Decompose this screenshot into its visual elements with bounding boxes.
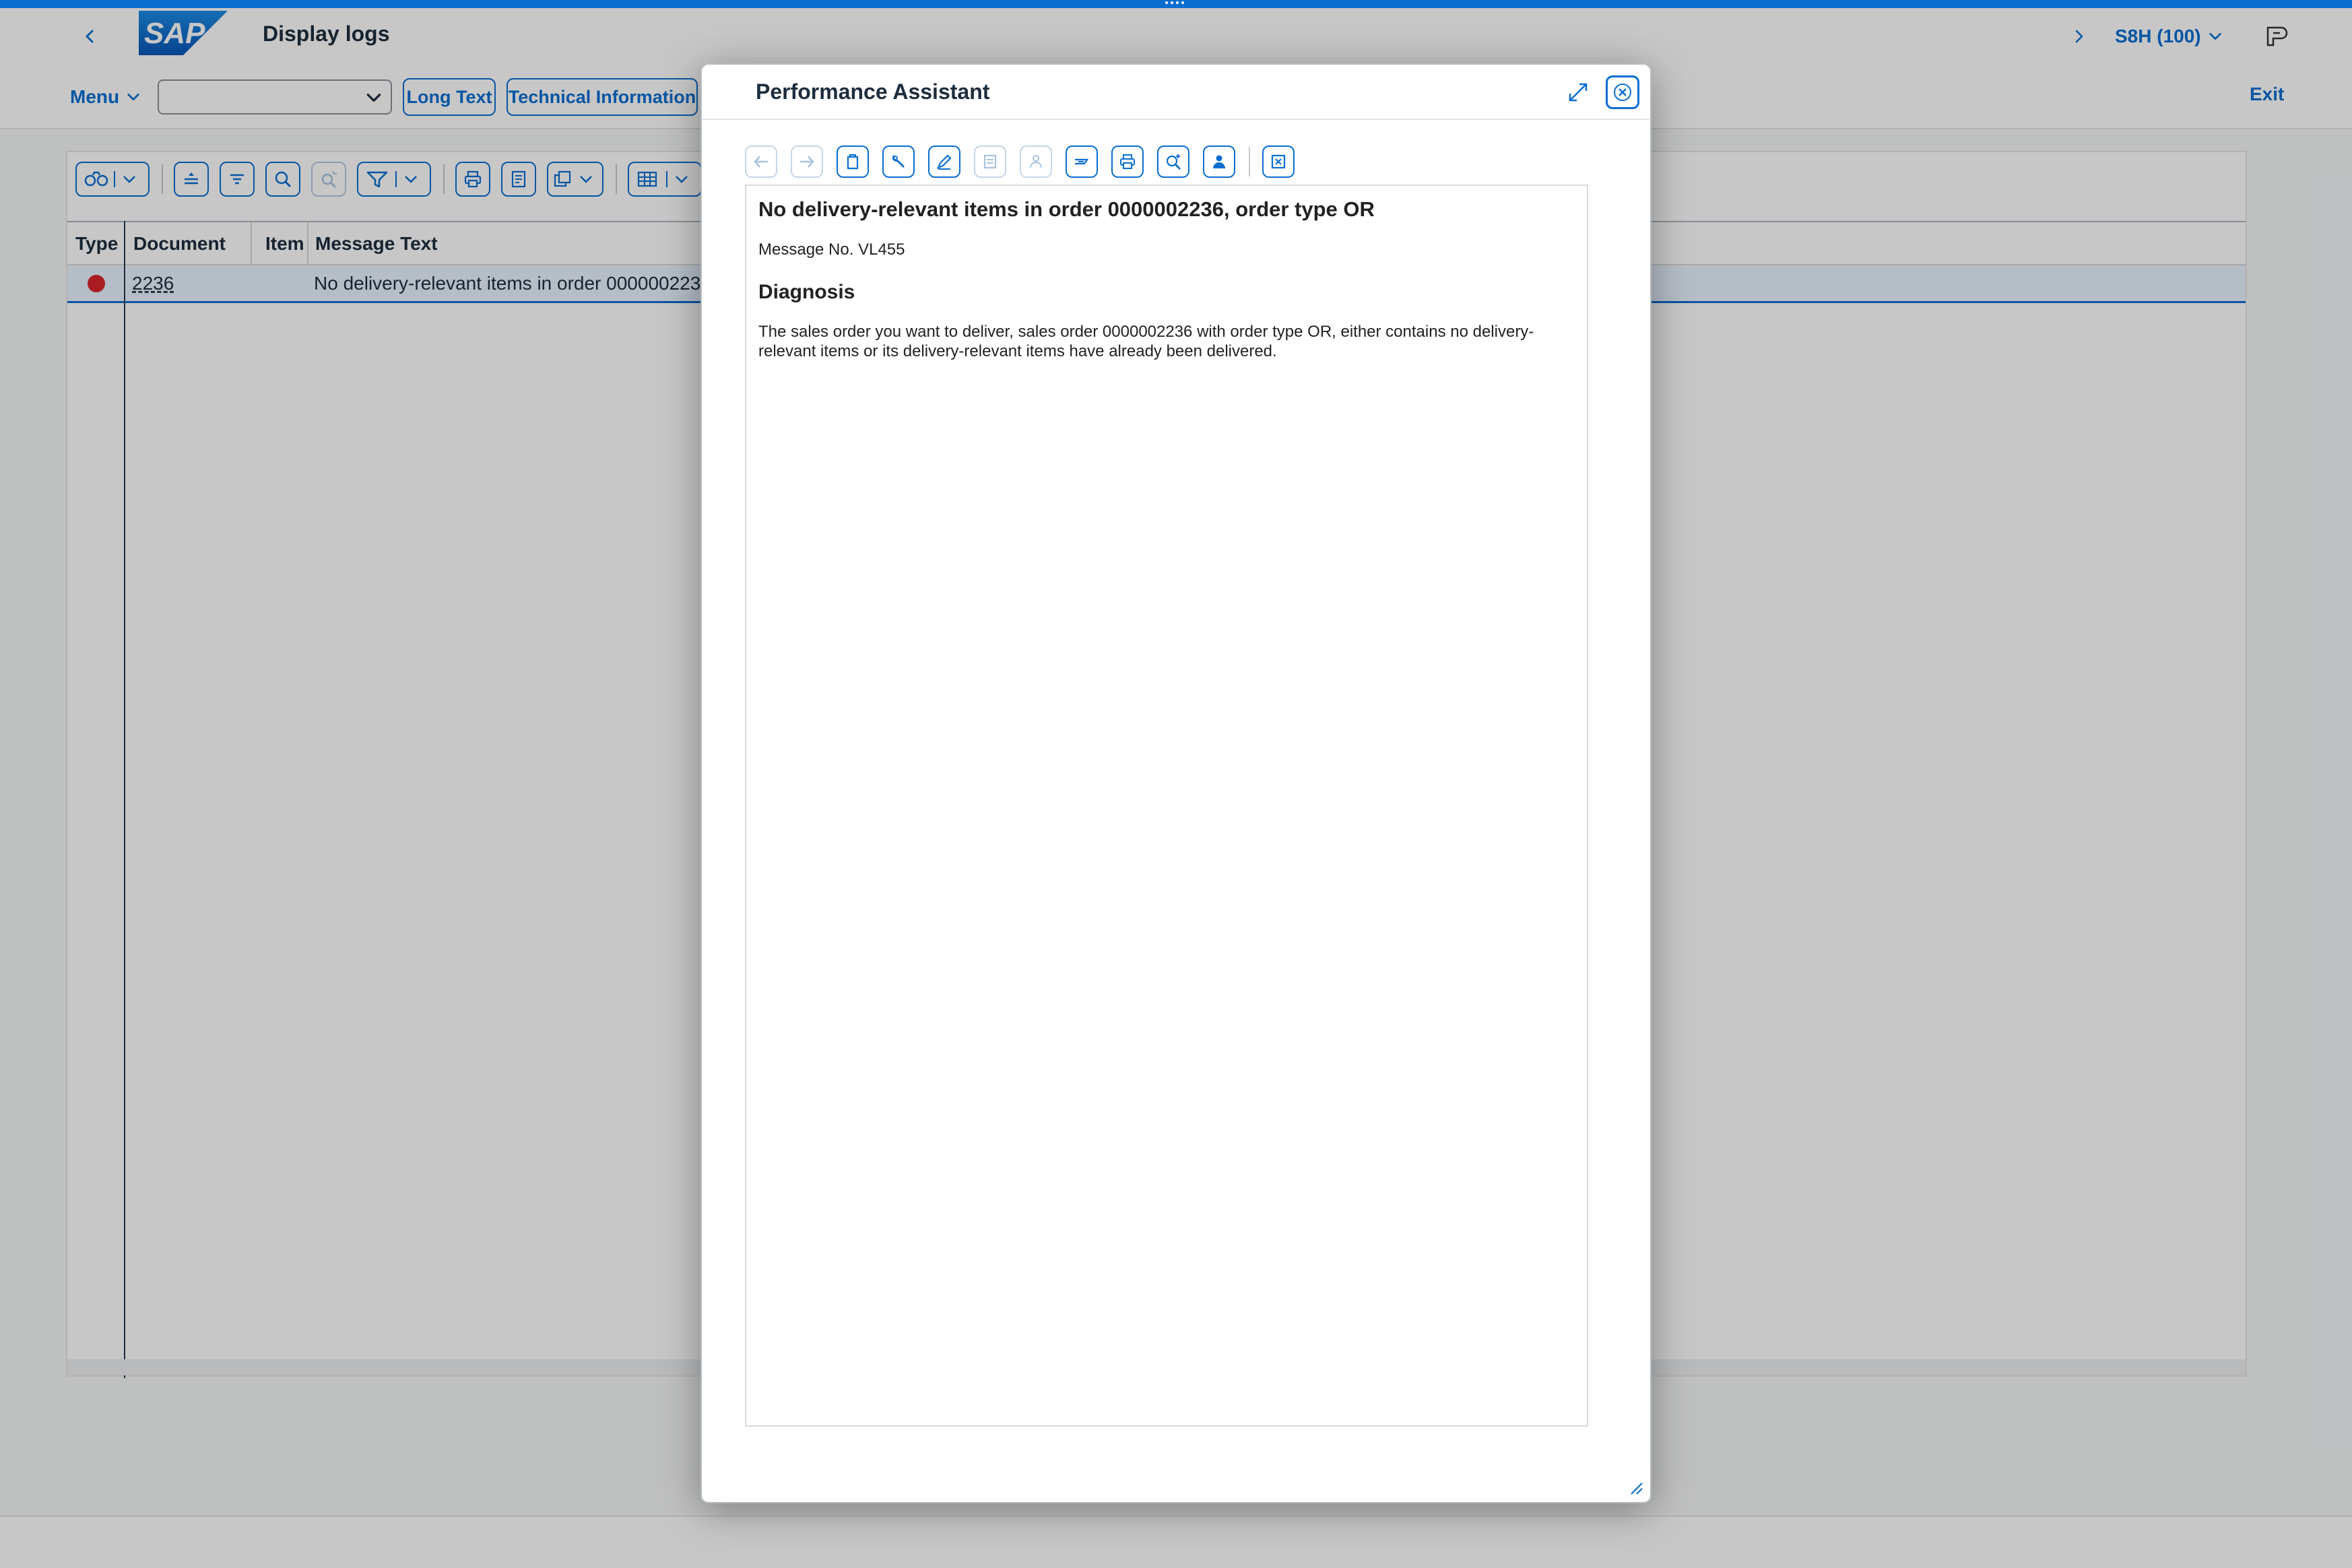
wrench-icon <box>892 155 905 168</box>
expand-icon <box>1569 83 1588 102</box>
forward-button[interactable] <box>791 145 823 178</box>
back-button[interactable] <box>745 145 777 178</box>
message-heading: No delivery-relevant items in order 0000… <box>758 197 1375 221</box>
long-text-panel: No delivery-relevant items in order 0000… <box>745 185 1588 1427</box>
copy-button[interactable] <box>837 145 869 178</box>
arrow-right-icon <box>800 156 814 168</box>
document-icon <box>983 154 997 169</box>
user-button[interactable] <box>1203 145 1235 178</box>
message-number: Message No. VL455 <box>758 240 905 259</box>
print-button[interactable] <box>1111 145 1144 178</box>
diagnosis-text: The sales order you want to deliver, sal… <box>758 323 1534 360</box>
toolbar-separator <box>1249 147 1250 176</box>
dialog-title: Performance Assistant <box>756 79 990 104</box>
person-icon <box>1213 155 1225 168</box>
diagnosis-heading: Diagnosis <box>758 281 855 303</box>
share-icon <box>1030 155 1042 168</box>
dialog-header[interactable]: Performance Assistant <box>702 65 1650 120</box>
drag-handle[interactable] <box>1165 1 1187 5</box>
share-button[interactable] <box>1020 145 1052 178</box>
close-box-icon <box>1271 154 1286 169</box>
maximize-button[interactable] <box>1563 77 1594 108</box>
zoom-button[interactable] <box>1157 145 1189 178</box>
print-icon <box>1120 154 1135 169</box>
edit-button[interactable] <box>928 145 960 178</box>
resize-icon <box>1631 1482 1643 1495</box>
performance-assistant-dialog: Performance Assistant No delivery-releva… <box>700 63 1652 1503</box>
bookmark-icon <box>1075 158 1089 165</box>
close-icon <box>1614 84 1631 101</box>
technical-info-button[interactable] <box>882 145 915 178</box>
assistant-toolbar <box>745 145 1621 181</box>
close-dialog-button[interactable] <box>1606 75 1639 109</box>
document-button[interactable] <box>974 145 1006 178</box>
resize-handle[interactable] <box>1629 1480 1643 1495</box>
zoom-in-icon <box>1166 154 1181 170</box>
edit-icon <box>936 154 952 170</box>
close-assistant-button[interactable] <box>1262 145 1295 178</box>
arrow-left-icon <box>754 156 768 168</box>
bookmark-button[interactable] <box>1066 145 1098 178</box>
copy-icon <box>847 154 859 170</box>
